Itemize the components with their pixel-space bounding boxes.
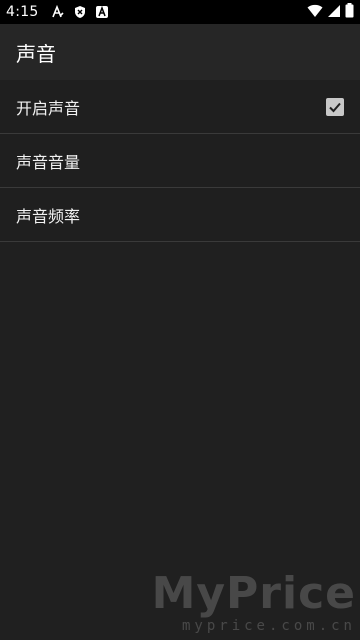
preference-list: 开启声音 声音音量 声音频率 xyxy=(0,80,360,242)
enable-sound-checkbox[interactable] xyxy=(326,97,344,116)
wifi-icon xyxy=(307,3,323,22)
pref-sound-frequency-label: 声音频率 xyxy=(16,206,81,226)
pref-sound-volume-label: 声音音量 xyxy=(16,152,81,172)
battery-icon xyxy=(345,2,354,22)
pref-sound-frequency[interactable]: 声音频率 xyxy=(0,188,360,242)
watermark-sub: myprice.com.cn xyxy=(181,618,356,634)
watermark: MyPrice myprice.com.cn xyxy=(151,568,356,635)
pref-enable-sound[interactable]: 开启声音 xyxy=(0,80,360,134)
autofill-a-icon xyxy=(51,5,65,19)
checkmark-icon xyxy=(329,102,341,112)
page-title: 声音 xyxy=(16,41,56,66)
status-time: 4:15 xyxy=(6,4,39,20)
status-bar: 4:15 xyxy=(0,0,360,24)
pref-enable-sound-label: 开启声音 xyxy=(16,98,81,118)
pref-sound-volume[interactable]: 声音音量 xyxy=(0,134,360,188)
app-bar: 声音 xyxy=(0,24,360,80)
cellular-signal-icon xyxy=(327,3,341,22)
a-badge-icon xyxy=(95,5,109,19)
shield-icon xyxy=(73,5,87,19)
watermark-main: MyPrice xyxy=(151,568,356,619)
system-icons xyxy=(307,2,354,22)
settings-screen: 4:15 声音 开启声音 声音音量 声音频率 MyPrice myprice.c… xyxy=(0,0,360,640)
